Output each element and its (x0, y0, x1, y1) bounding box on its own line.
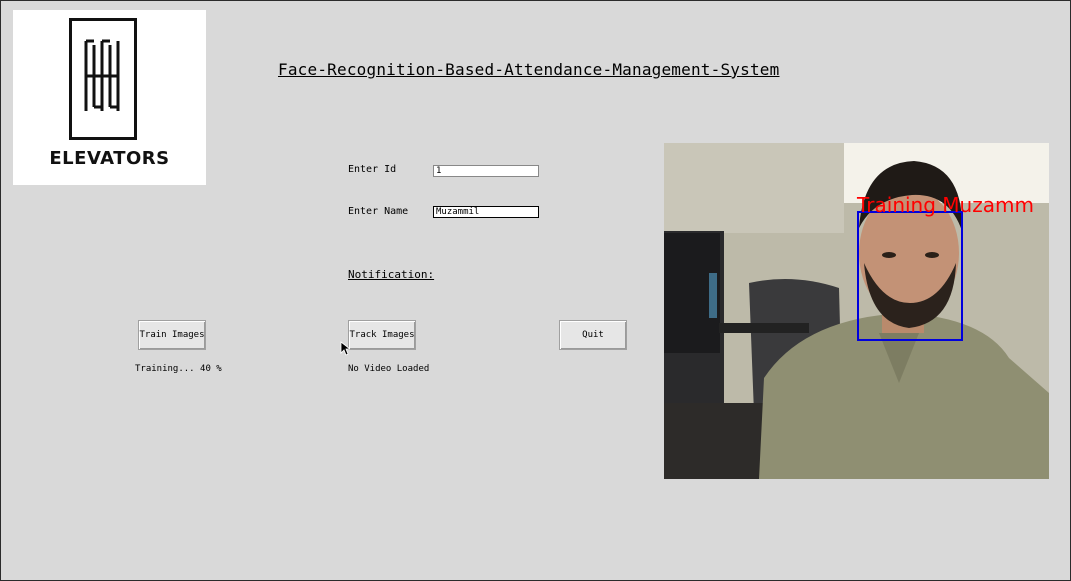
logo: ELEVATORS (13, 10, 206, 185)
webcam-feed: Training Muzamm (664, 143, 1049, 479)
face-detection-box (857, 211, 963, 341)
page-title: Face-Recognition-Based-Attendance-Manage… (278, 60, 780, 79)
train-images-button[interactable]: Train Images (138, 320, 206, 350)
logo-text: ELEVATORS (49, 148, 170, 169)
name-input[interactable] (433, 206, 539, 218)
quit-button[interactable]: Quit (559, 320, 627, 350)
training-overlay-text: Training Muzamm (857, 193, 1034, 217)
name-label: Enter Name (348, 206, 409, 217)
id-label: Enter Id (348, 164, 397, 175)
training-status: Training... 40 % (135, 364, 222, 374)
mouse-cursor-icon (340, 341, 350, 356)
id-input[interactable] (433, 165, 539, 177)
app-window: ELEVATORS Face-Recognition-Based-Attenda… (0, 0, 1071, 581)
video-status: No Video Loaded (348, 364, 430, 374)
track-images-button[interactable]: Track Images (348, 320, 416, 350)
logo-mark (69, 18, 137, 140)
logo-glyph-icon (84, 39, 120, 111)
notification-label: Notification: (348, 268, 435, 281)
